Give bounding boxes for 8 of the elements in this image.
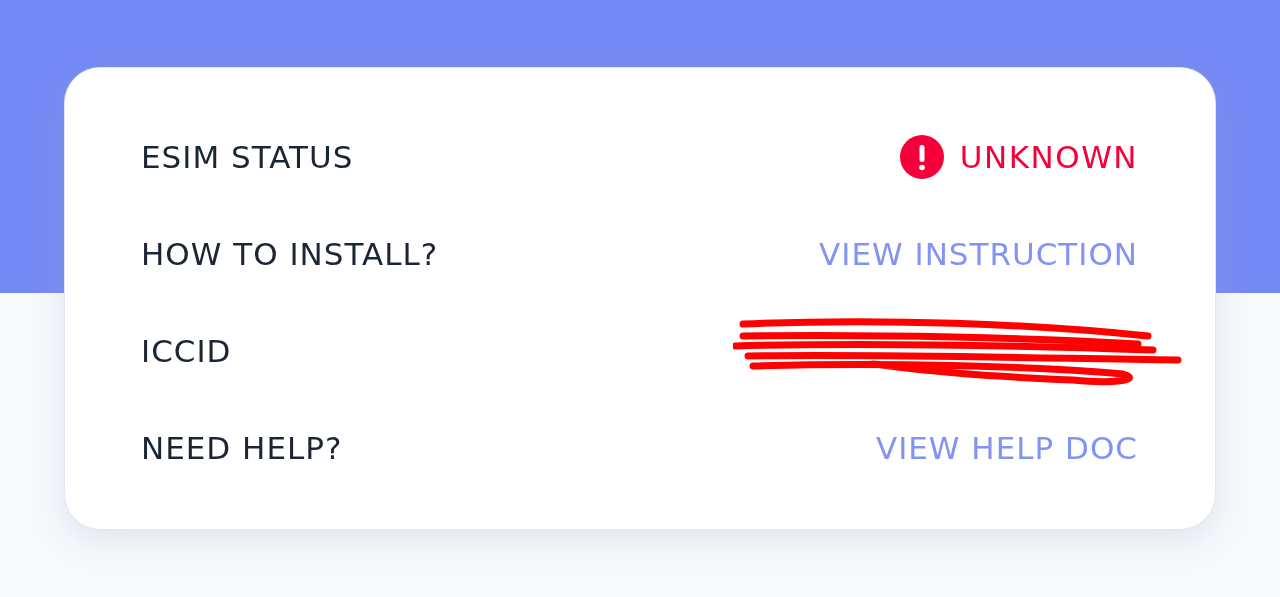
row-label: NEED HELP?: [141, 429, 343, 466]
alert-icon: [899, 134, 944, 179]
row-label: HOW TO INSTALL?: [141, 235, 439, 272]
link[interactable]: VIEW HELP DOC: [875, 429, 1138, 466]
status-text: UNKNOWN: [959, 138, 1138, 175]
row-label: ESIM STATUS: [141, 138, 354, 175]
link[interactable]: VIEW INSTRUCTION: [819, 235, 1138, 272]
row-label: ICCID: [141, 332, 232, 369]
